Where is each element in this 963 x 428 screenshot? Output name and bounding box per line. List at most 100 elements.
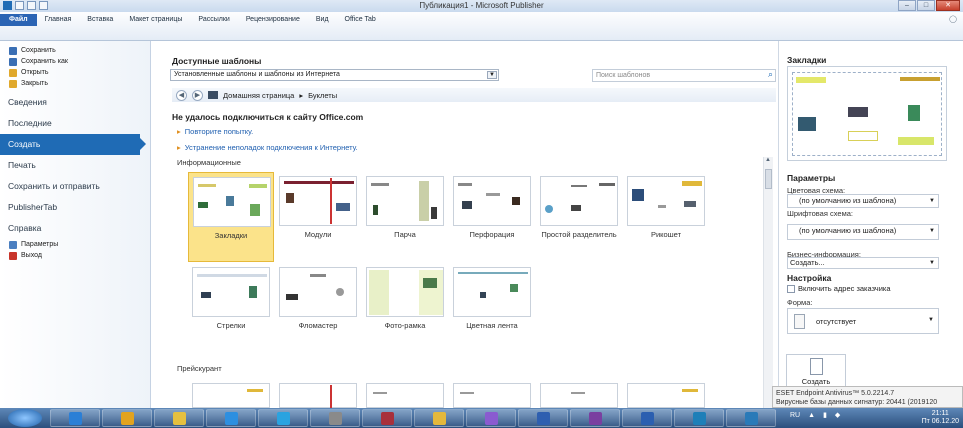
templates-scrollbar[interactable]: ▲	[763, 157, 773, 408]
home-icon	[208, 91, 218, 99]
nav-print[interactable]: Печать	[0, 155, 150, 176]
tab-office-tab[interactable]: Office Tab	[337, 14, 384, 26]
close-command[interactable]: Закрыть	[0, 78, 150, 89]
troubleshoot-link[interactable]: Устранение неполадок подключения к Интер…	[177, 143, 358, 152]
save-as-icon	[9, 57, 17, 66]
taskbar-app-button[interactable]	[50, 409, 100, 427]
business-info-select[interactable]: Создать... ▼	[787, 257, 939, 269]
chevron-down-icon[interactable]: ▼	[487, 71, 497, 79]
template-thumbnail	[540, 383, 618, 408]
tab-home[interactable]: Главная	[37, 14, 80, 26]
open-command[interactable]: Открыть	[0, 67, 150, 78]
forward-arrow-icon[interactable]: ▶	[192, 89, 203, 101]
template-card[interactable]	[362, 379, 448, 408]
taskbar-app-button[interactable]	[258, 409, 308, 427]
template-card[interactable]: Рикошет	[623, 172, 709, 262]
nav-new[interactable]: Создать	[0, 134, 146, 155]
close-button[interactable]: ✕	[936, 0, 960, 11]
template-source-value: Установленные шаблоны и шаблоны из Интер…	[174, 71, 340, 78]
template-thumbnail	[366, 267, 444, 317]
publisher-doc-icon	[744, 411, 758, 425]
close-label: Закрыть	[21, 80, 48, 87]
start-button[interactable]	[8, 409, 42, 427]
color-scheme-select[interactable]: (по умолчанию из шаблона) ▼	[787, 194, 939, 208]
template-card[interactable]	[623, 379, 709, 408]
template-card[interactable]: Цветная лента	[449, 263, 535, 353]
tab-page-layout[interactable]: Макет страницы	[121, 14, 190, 26]
taskbar-app-button[interactable]	[518, 409, 568, 427]
template-card[interactable]	[449, 379, 535, 408]
tab-review[interactable]: Рецензирование	[238, 14, 308, 26]
volume-icon[interactable]: ◆	[835, 411, 840, 419]
taskbar-app-button[interactable]	[622, 409, 672, 427]
network-icon[interactable]: ▮	[823, 411, 827, 419]
taskbar-app-button[interactable]	[154, 409, 204, 427]
template-label: Перфорация	[469, 230, 515, 239]
template-card[interactable]	[275, 379, 361, 408]
nav-info[interactable]: Сведения	[0, 92, 150, 113]
publisher-window: Публикация1 - Microsoft Publisher – □ ✕ …	[0, 0, 963, 428]
minimize-button[interactable]: –	[898, 0, 916, 11]
template-card[interactable]	[536, 379, 622, 408]
taskbar-app-button[interactable]	[726, 409, 776, 427]
maximize-button[interactable]: □	[917, 0, 935, 11]
retry-link[interactable]: Повторите попытку.	[177, 127, 253, 136]
template-label: Модули	[304, 230, 332, 239]
taskbar-app-button[interactable]	[414, 409, 464, 427]
template-card[interactable]: Простой разделитель	[536, 172, 622, 262]
tab-mailings[interactable]: Рассылки	[190, 14, 237, 26]
breadcrumb-home[interactable]: Домашняя страница	[223, 91, 294, 100]
help-icon[interactable]: ◯	[949, 15, 957, 23]
template-card[interactable]: Фломастер	[275, 263, 361, 353]
language-indicator[interactable]: RU	[790, 412, 800, 419]
search-icon[interactable]: ⌕	[768, 69, 773, 80]
nav-help[interactable]: Справка	[0, 218, 150, 239]
clock[interactable]: 21:11 Пт 06.12.20	[922, 410, 959, 426]
scroll-up-icon[interactable]: ▲	[765, 157, 771, 163]
template-card[interactable]: Модули	[275, 172, 361, 262]
template-source-select[interactable]: Установленные шаблоны и шаблоны из Интер…	[170, 69, 499, 81]
media-player-icon	[224, 411, 238, 425]
template-search-input[interactable]: Поиск шаблонов ⌕	[592, 69, 776, 82]
template-card[interactable]: Закладки	[188, 172, 274, 262]
template-thumbnail	[192, 383, 270, 408]
antivirus-notification[interactable]: ESET Endpoint Antivirus™ 5.0.2214.7 Виру…	[772, 386, 963, 408]
nav-save-send[interactable]: Сохранить и отправить	[0, 176, 150, 197]
template-card[interactable]: Парча	[362, 172, 448, 262]
template-label: Закладки	[214, 231, 248, 240]
telegram-icon	[276, 411, 290, 425]
checkbox-box[interactable]	[787, 284, 795, 293]
notification-line-2: Вирусные базы данных сигнатур: 20441 (20…	[776, 399, 938, 406]
template-label: Стрелки	[216, 321, 246, 330]
taskbar-app-button[interactable]	[362, 409, 412, 427]
taskbar-app-button[interactable]	[674, 409, 724, 427]
form-select[interactable]: отсутствует ▼	[787, 308, 939, 334]
taskbar-app-button[interactable]	[102, 409, 152, 427]
template-thumbnail	[366, 176, 444, 226]
options-command[interactable]: Параметры	[0, 239, 150, 250]
tab-file[interactable]: Файл	[0, 14, 37, 26]
font-scheme-select[interactable]: (по умолчанию из шаблона) ▼	[787, 224, 939, 240]
options-label: Параметры	[21, 241, 59, 248]
template-label: Рикошет	[650, 230, 682, 239]
template-card[interactable]: Перфорация	[449, 172, 535, 262]
template-card[interactable]	[188, 379, 274, 408]
taskbar-app-button[interactable]	[570, 409, 620, 427]
taskbar-app-button[interactable]	[310, 409, 360, 427]
nav-recent[interactable]: Последние	[0, 113, 150, 134]
save-as-command[interactable]: Сохранить как	[0, 56, 150, 67]
breadcrumb-booklets[interactable]: Буклеты	[308, 91, 337, 100]
taskbar-app-button[interactable]	[466, 409, 516, 427]
template-card[interactable]: Фото-рамка	[362, 263, 448, 353]
include-customer-address-checkbox[interactable]: Включить адрес заказчика	[787, 284, 891, 293]
tab-view[interactable]: Вид	[308, 14, 337, 26]
template-card[interactable]: Стрелки	[188, 263, 274, 353]
exit-command[interactable]: Выход	[0, 250, 150, 261]
scrollbar-thumb[interactable]	[765, 169, 772, 189]
tray-arrow-icon[interactable]: ▲	[808, 412, 815, 419]
taskbar-app-button[interactable]	[206, 409, 256, 427]
save-command[interactable]: Сохранить	[0, 45, 150, 56]
back-arrow-icon[interactable]: ◀	[176, 89, 187, 101]
nav-publishertab[interactable]: PublisherTab	[0, 197, 150, 218]
tab-insert[interactable]: Вставка	[79, 14, 121, 26]
